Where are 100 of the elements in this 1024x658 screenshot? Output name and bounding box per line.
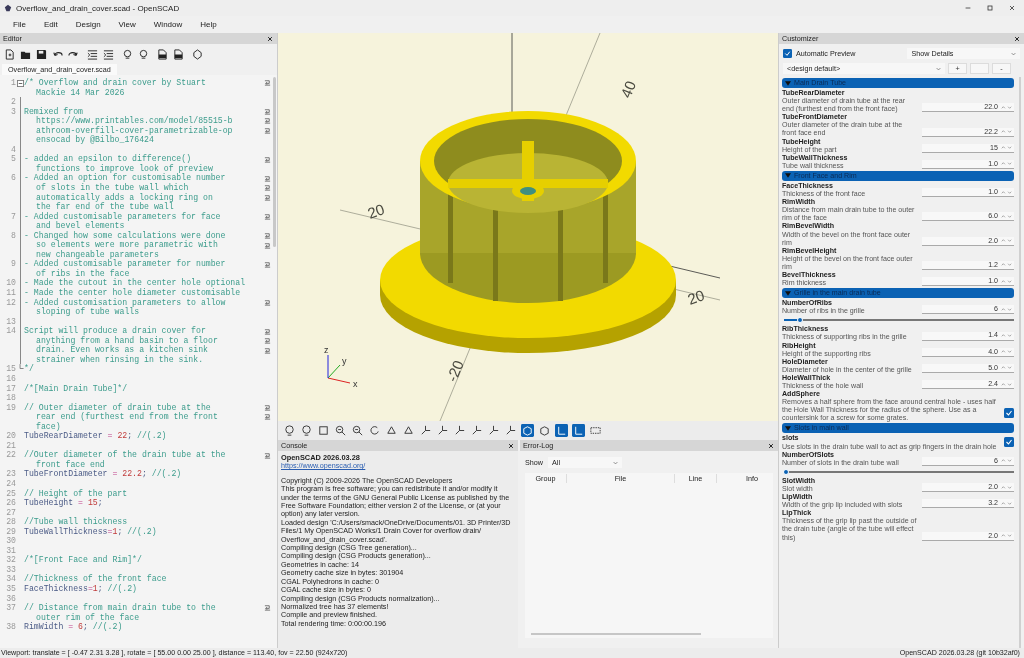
slider-track[interactable]: [784, 470, 1014, 473]
line-wrap-icon: [264, 174, 271, 182]
axis-view-icon[interactable]: [487, 424, 500, 437]
line-number: 36: [5, 593, 16, 604]
line-wrap-icon: [264, 155, 271, 163]
line-number: 5: [10, 154, 16, 166]
save-icon[interactable]: [36, 48, 47, 60]
close-icon[interactable]: [1014, 35, 1020, 42]
code-comment: /*[Front Face and Rim]*/: [24, 555, 143, 565]
code-line: RimWidth = 6; //(.2): [24, 622, 124, 632]
line-number: 10: [5, 278, 16, 289]
axis-letter: y: [342, 356, 347, 366]
maximize-icon[interactable]: [986, 4, 994, 12]
line-number: 33: [5, 564, 16, 575]
code-comment: - Added an option for customisable number of slots in the tube wall which automatically adds a locking ring on the far end of the tube wall: [24, 173, 227, 212]
collapse-triangle-icon: [785, 173, 791, 179]
menu-item[interactable]: File: [4, 20, 35, 29]
line-number: 37: [5, 603, 16, 615]
line-number: 22: [5, 450, 16, 462]
spin-arrows-icon: [1001, 500, 1012, 506]
line-number: 15: [5, 364, 16, 374]
axes-icon[interactable]: [555, 424, 568, 437]
cube-icon[interactable]: [538, 424, 551, 437]
preview-icon[interactable]: [283, 424, 296, 437]
3d-viewport[interactable]: 20 -20 20 40 x y z: [278, 33, 778, 421]
view-all-icon[interactable]: [317, 424, 330, 437]
edges-icon[interactable]: [589, 424, 602, 437]
spin-arrows-icon: [1001, 333, 1012, 339]
line-number: 32: [5, 555, 16, 565]
checkbox[interactable]: [783, 49, 792, 58]
spin-arrows-icon: [1001, 533, 1012, 539]
axis-view-icon[interactable]: [453, 424, 466, 437]
menu-item[interactable]: View: [109, 20, 145, 29]
line-number: 29: [5, 526, 16, 537]
spin-arrows-icon: [1001, 381, 1012, 387]
chevron-down-icon: [613, 460, 618, 465]
indent-icon[interactable]: [103, 48, 114, 60]
axis-view-icon[interactable]: [419, 424, 432, 437]
close-icon[interactable]: [508, 442, 514, 449]
slider-thumb[interactable]: [783, 468, 790, 475]
axis-label: 40: [617, 78, 640, 101]
line-number: 13: [5, 316, 16, 327]
line-wrap-icon: [264, 107, 271, 115]
close-icon[interactable]: [267, 35, 273, 42]
scale-icon[interactable]: [572, 424, 585, 437]
code-comment: - Added customisable parameters for face and bevel elements: [24, 211, 222, 231]
scrollbar[interactable]: [273, 77, 276, 247]
axis-view-icon[interactable]: [436, 424, 449, 437]
spin-arrows-icon: [1001, 262, 1012, 268]
code-comment: */: [24, 364, 35, 374]
spin-arrows-icon: [1001, 365, 1012, 371]
axis-view-icon[interactable]: [470, 424, 483, 437]
code-comment: //Outer diameter of the drain tube at the front face end: [24, 450, 227, 469]
new-file-icon[interactable]: [4, 48, 15, 60]
export-file-icon[interactable]: [157, 48, 168, 60]
line-wrap-icon: [264, 327, 271, 335]
checkbox[interactable]: [1004, 436, 1014, 447]
line-number: 25: [5, 488, 16, 499]
line-number: 6: [10, 173, 16, 185]
line-number: 38: [5, 622, 16, 632]
render-icon[interactable]: [300, 424, 313, 437]
slider-track[interactable]: [784, 319, 1014, 322]
line-wrap-icon: [264, 604, 271, 612]
spin-arrows-icon: [1001, 238, 1012, 244]
zoom-out-icon[interactable]: [351, 424, 364, 437]
unindent-icon[interactable]: [87, 48, 98, 60]
preview-icon[interactable]: [122, 48, 133, 60]
reset-view-icon[interactable]: [368, 424, 381, 437]
code-line: TubeRearDiameter = 22; //(.2): [24, 431, 168, 441]
line-number: 14: [5, 326, 16, 338]
spin-arrows-icon: [1001, 145, 1012, 151]
axis-label: 20: [685, 286, 707, 308]
axis-view-icon[interactable]: [504, 424, 517, 437]
close-icon[interactable]: [768, 442, 774, 449]
line-number: 11: [5, 288, 16, 298]
menu-item[interactable]: Design: [66, 20, 110, 29]
axis-letter: x: [353, 379, 358, 389]
code-comment: // Height of the part: [24, 488, 129, 499]
zoom-in-icon[interactable]: [334, 424, 347, 437]
scrollbar[interactable]: [531, 633, 701, 635]
checkbox[interactable]: [1004, 408, 1014, 419]
menu-item[interactable]: Help: [191, 20, 226, 29]
line-wrap-icon: [264, 260, 271, 268]
line-wrap-icon: [264, 451, 271, 459]
line-number: 28: [5, 517, 16, 527]
export-file-icon[interactable]: [173, 48, 184, 60]
line-number: 16: [5, 373, 16, 384]
collapse-triangle-icon: [785, 290, 791, 296]
menu-item[interactable]: Edit: [34, 20, 67, 29]
scrollbar[interactable]: [1019, 77, 1021, 648]
perspective-icon[interactable]: [521, 424, 534, 437]
close-icon[interactable]: [1008, 4, 1016, 12]
render-icon[interactable]: [138, 48, 149, 60]
axis-letter: z: [324, 345, 329, 355]
fold-marker-icon[interactable]: [16, 79, 24, 87]
line-number: 8: [10, 230, 16, 242]
slider-thumb[interactable]: [797, 317, 804, 324]
menu-item[interactable]: Window: [144, 20, 192, 29]
app-logo-icon: [4, 4, 12, 12]
spin-arrows-icon: [1001, 458, 1012, 464]
